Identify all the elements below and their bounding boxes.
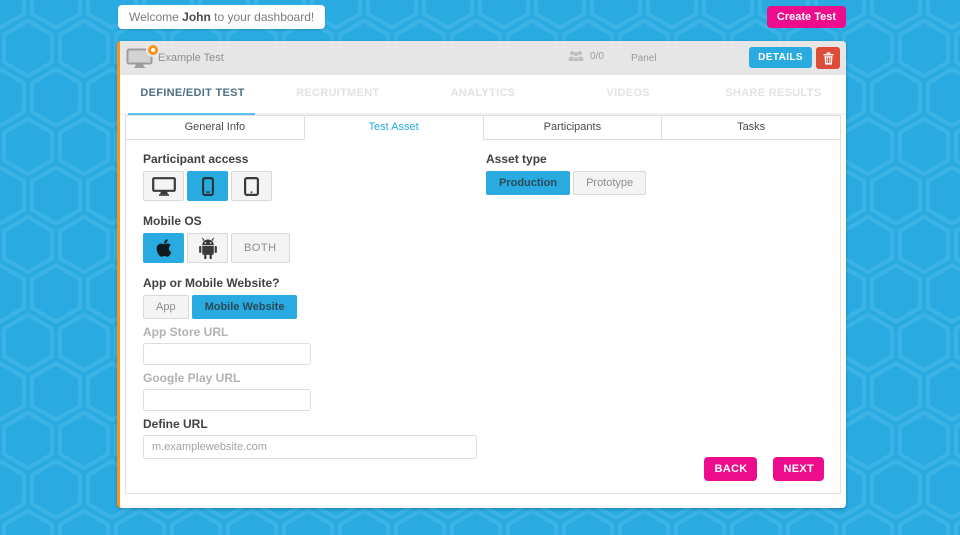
people-icon <box>568 51 584 61</box>
subtab-test-asset[interactable]: Test Asset <box>303 115 484 140</box>
tab-recruitment[interactable]: RECRUITMENT <box>265 75 410 113</box>
test-card: Example Test 0/0 Panel DETAILS DEFINE/ED… <box>117 41 846 508</box>
create-test-button[interactable]: Create Test <box>766 6 846 28</box>
desktop-icon <box>151 176 176 196</box>
trash-icon <box>823 51 833 65</box>
welcome-username: John <box>182 10 211 24</box>
participants-counter: 0/0 <box>568 50 604 62</box>
android-icon <box>198 237 217 259</box>
test-asset-panel: Participant access Mobile OS BOTH App or… <box>125 139 841 494</box>
asset-type-label: Asset type <box>486 152 547 166</box>
participant-access-options <box>143 171 483 201</box>
tab-define-edit-test[interactable]: DEFINE/EDIT TEST <box>120 75 265 115</box>
details-button[interactable]: DETAILS <box>749 47 812 68</box>
tab-videos[interactable]: VIDEOS <box>556 75 701 113</box>
subtab-participants[interactable]: Participants <box>482 115 663 140</box>
app-store-url-input[interactable] <box>143 343 311 365</box>
access-tablet-button[interactable] <box>231 171 272 201</box>
app-button[interactable]: App <box>143 295 189 319</box>
test-card-header: Example Test 0/0 Panel DETAILS <box>120 41 846 75</box>
access-mobile-button[interactable] <box>187 171 228 201</box>
main-tab-bar: DEFINE/EDIT TEST RECRUITMENT ANALYTICS V… <box>120 75 846 115</box>
os-ios-button[interactable] <box>143 233 184 263</box>
os-android-button[interactable] <box>187 233 228 263</box>
sub-tab-bar: General Info Test Asset Participants Tas… <box>125 115 841 140</box>
define-url-label: Define URL <box>143 417 208 431</box>
os-both-button[interactable]: BOTH <box>231 233 290 263</box>
asset-type-options: Production Prototype <box>486 171 647 195</box>
prototype-button[interactable]: Prototype <box>573 171 647 195</box>
app-or-web-label: App or Mobile Website? <box>143 276 280 290</box>
wizard-nav: BACK NEXT <box>704 457 824 481</box>
next-button[interactable]: NEXT <box>773 457 824 481</box>
apple-icon <box>156 239 171 257</box>
back-button[interactable]: BACK <box>704 457 758 481</box>
tab-share-results[interactable]: SHARE RESULTS <box>701 75 846 113</box>
mobile-os-options: BOTH <box>143 233 483 263</box>
tab-analytics[interactable]: ANALYTICS <box>410 75 555 113</box>
participants-count: 0/0 <box>590 50 604 62</box>
google-play-url-input[interactable] <box>143 389 311 411</box>
welcome-suffix: to your dashboard! <box>210 10 315 24</box>
app-store-url-label: App Store URL <box>143 325 229 339</box>
delete-test-button[interactable] <box>816 47 840 69</box>
define-url-input[interactable] <box>143 435 477 459</box>
mobile-website-button[interactable]: Mobile Website <box>191 295 298 319</box>
production-button[interactable]: Production <box>486 171 571 195</box>
test-title: Example Test <box>158 52 224 64</box>
google-play-url-label: Google Play URL <box>143 371 241 385</box>
panel-label: Panel <box>631 53 657 64</box>
participant-access-label: Participant access <box>143 152 249 166</box>
tablet-icon <box>244 176 259 196</box>
welcome-banner: Welcome John to your dashboard! <box>118 5 326 29</box>
access-desktop-button[interactable] <box>143 171 184 201</box>
monitor-icon <box>126 43 160 69</box>
app-or-web-options: App Mobile Website <box>143 295 483 319</box>
subtab-tasks[interactable]: Tasks <box>661 115 841 140</box>
smartphone-icon <box>201 176 214 196</box>
welcome-prefix: Welcome <box>129 10 183 24</box>
subtab-general-info[interactable]: General Info <box>125 115 305 140</box>
mobile-os-label: Mobile OS <box>143 214 202 228</box>
